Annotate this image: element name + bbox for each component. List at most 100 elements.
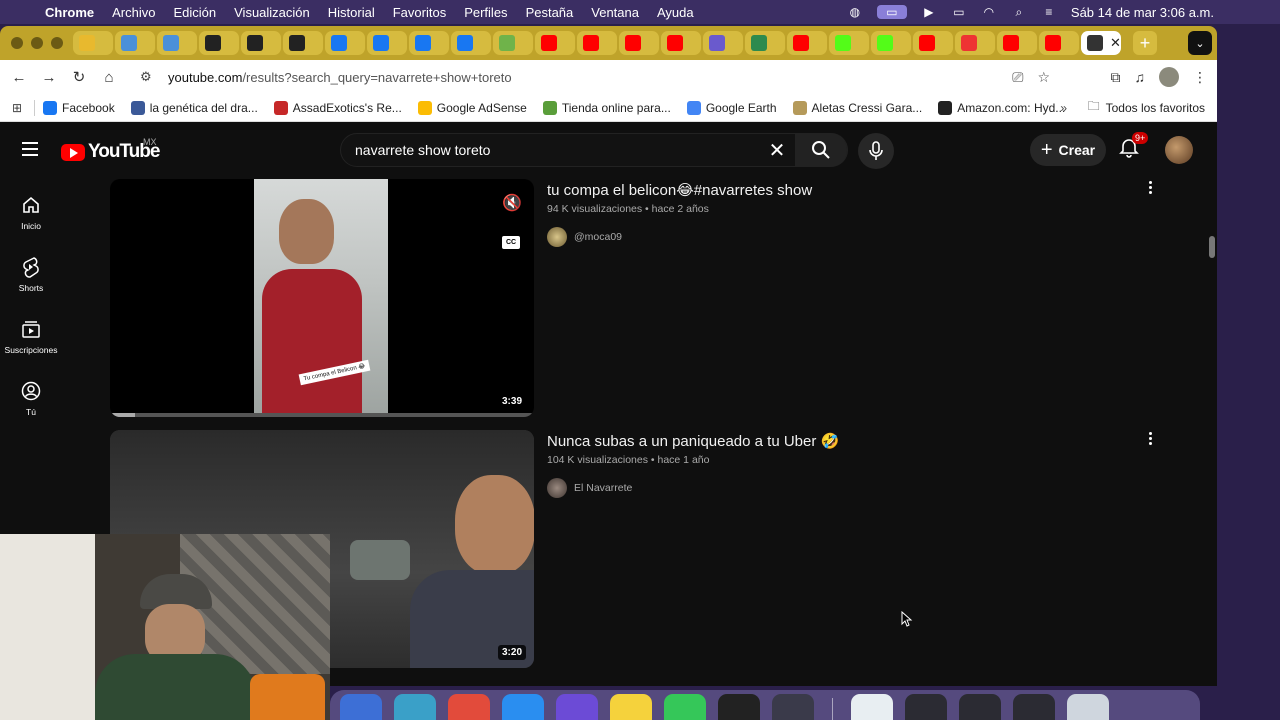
new-tab-button[interactable]: + — [1133, 31, 1157, 55]
home-button[interactable]: ⌂ — [94, 62, 124, 92]
bookmark-item[interactable]: la genética del dra... — [130, 100, 258, 115]
voice-search-button[interactable] — [858, 133, 894, 169]
tab[interactable] — [661, 31, 701, 55]
channel-name[interactable]: El Navarrete — [574, 482, 632, 494]
video-title[interactable]: Nunca subas a un paniqueado a tu Uber 🤣 — [547, 432, 839, 450]
app-dock-icon[interactable] — [556, 694, 598, 720]
channel-info[interactable]: @moca09 — [547, 227, 622, 247]
install-app-icon[interactable]: ⎚ — [1012, 69, 1023, 86]
safari-dock-icon[interactable] — [502, 694, 544, 720]
tab[interactable] — [787, 31, 827, 55]
progress-track[interactable] — [110, 413, 534, 417]
bookmark-item[interactable]: Google AdSense — [417, 100, 527, 115]
tab-search-button[interactable]: ⌄ — [1188, 31, 1212, 55]
wifi-icon[interactable]: ◠ — [981, 5, 997, 19]
bookmark-item[interactable]: Google Earth — [686, 100, 777, 115]
tab[interactable] — [577, 31, 617, 55]
status-app-icon[interactable]: ◍ — [847, 5, 863, 19]
media-controls-icon[interactable]: ♫ — [1135, 69, 1146, 85]
tab[interactable] — [829, 31, 869, 55]
zoom-window-button[interactable] — [51, 37, 63, 49]
tab[interactable] — [73, 31, 113, 55]
extensions-icon[interactable]: ⧉ — [1111, 69, 1121, 86]
more-actions-icon[interactable] — [1146, 181, 1154, 194]
tab[interactable] — [1039, 31, 1079, 55]
close-window-button[interactable] — [11, 37, 23, 49]
menu-archivo[interactable]: Archivo — [112, 5, 155, 20]
tab[interactable] — [199, 31, 239, 55]
window-dock-icon[interactable] — [1013, 694, 1055, 720]
bookmark-item[interactable]: Amazon.com: Hyd... — [938, 100, 1065, 115]
channel-info[interactable]: El Navarrete — [547, 478, 632, 498]
play-status-icon[interactable]: ▶ — [921, 5, 937, 19]
channel-name[interactable]: @moca09 — [574, 231, 622, 243]
tab[interactable] — [451, 31, 491, 55]
apps-grid-icon[interactable]: ⊞ — [0, 101, 34, 115]
chrome-dock-icon[interactable] — [448, 694, 490, 720]
tab[interactable] — [913, 31, 953, 55]
menu-app-name[interactable]: Chrome — [45, 5, 94, 20]
menu-perfiles[interactable]: Perfiles — [464, 5, 507, 20]
chrome-menu-icon[interactable]: ⋮ — [1193, 69, 1207, 86]
address-bar[interactable]: ⚙ youtube.com/results?search_query=navar… — [130, 63, 1080, 91]
guide-item-inicio[interactable]: Inicio — [0, 181, 62, 243]
video-thumbnail[interactable]: Tu compa el Belicon 😂 🔇 CC 3:39 — [110, 179, 534, 417]
clear-search-icon[interactable]: ✕ — [759, 138, 795, 163]
mute-icon[interactable]: 🔇 — [502, 193, 522, 213]
app-dock-icon[interactable] — [394, 694, 436, 720]
tab[interactable] — [115, 31, 155, 55]
notes-dock-icon[interactable] — [610, 694, 652, 720]
tab[interactable] — [955, 31, 995, 55]
minimize-window-button[interactable] — [31, 37, 43, 49]
tab[interactable] — [619, 31, 659, 55]
tab-active[interactable]: ✕ — [1081, 31, 1121, 55]
whatsapp-dock-icon[interactable] — [664, 694, 706, 720]
page-scrollbar-thumb[interactable] — [1209, 236, 1215, 258]
bookmark-item[interactable]: Aletas Cressi Gara... — [792, 100, 922, 115]
tab[interactable] — [367, 31, 407, 55]
menu-ayuda[interactable]: Ayuda — [657, 5, 694, 20]
menu-datetime[interactable]: Sáb 14 de mar 3:06 a.m. — [1071, 5, 1214, 20]
guide-item-tu[interactable]: Tú — [0, 367, 62, 429]
bookmark-star-icon[interactable]: ☆ — [1037, 69, 1050, 86]
document-dock-icon[interactable] — [851, 694, 893, 720]
forward-button[interactable]: → — [34, 62, 64, 92]
guide-menu-icon[interactable] — [22, 142, 38, 160]
profile-avatar[interactable] — [1159, 67, 1179, 87]
guide-item-suscripciones[interactable]: Suscripciones — [0, 305, 62, 367]
tab[interactable] — [745, 31, 785, 55]
create-button[interactable]: + Crear — [1030, 134, 1106, 166]
close-tab-icon[interactable]: ✕ — [1110, 35, 1121, 51]
tab[interactable] — [157, 31, 197, 55]
search-button[interactable] — [795, 133, 847, 167]
channel-avatar[interactable] — [547, 478, 567, 498]
bookmark-item[interactable]: AssadExotics's Re... — [273, 100, 402, 115]
more-actions-icon[interactable] — [1146, 432, 1154, 445]
terminal-dock-icon[interactable] — [718, 694, 760, 720]
window-dock-icon[interactable] — [905, 694, 947, 720]
tab[interactable] — [283, 31, 323, 55]
trash-dock-icon[interactable] — [1067, 694, 1109, 720]
tab[interactable] — [703, 31, 743, 55]
obs-dock-icon[interactable] — [772, 694, 814, 720]
menu-edicion[interactable]: Edición — [173, 5, 216, 20]
menu-favoritos[interactable]: Favoritos — [393, 5, 446, 20]
tab[interactable] — [325, 31, 365, 55]
account-avatar[interactable] — [1165, 136, 1193, 164]
window-dock-icon[interactable] — [959, 694, 1001, 720]
screen-share-icon[interactable]: ▭ — [876, 5, 907, 19]
channel-avatar[interactable] — [547, 227, 567, 247]
search-input[interactable]: navarrete show toreto — [355, 142, 759, 158]
notifications-button[interactable]: 9+ — [1118, 132, 1149, 162]
site-settings-icon[interactable]: ⚙ — [140, 69, 158, 85]
tab[interactable] — [997, 31, 1037, 55]
tab[interactable] — [493, 31, 533, 55]
all-favorites-folder[interactable]: 🗀 Todos los favoritos — [1088, 97, 1205, 118]
youtube-logo[interactable]: YouTube MX — [61, 137, 160, 163]
tab[interactable] — [535, 31, 575, 55]
menu-historial[interactable]: Historial — [328, 5, 375, 20]
menu-visualizacion[interactable]: Visualización — [234, 5, 310, 20]
bookmark-item[interactable]: Facebook — [43, 100, 115, 115]
video-title[interactable]: tu compa el belicon😂#navarretes show — [547, 181, 812, 199]
battery-icon[interactable]: ▭ — [951, 5, 967, 19]
